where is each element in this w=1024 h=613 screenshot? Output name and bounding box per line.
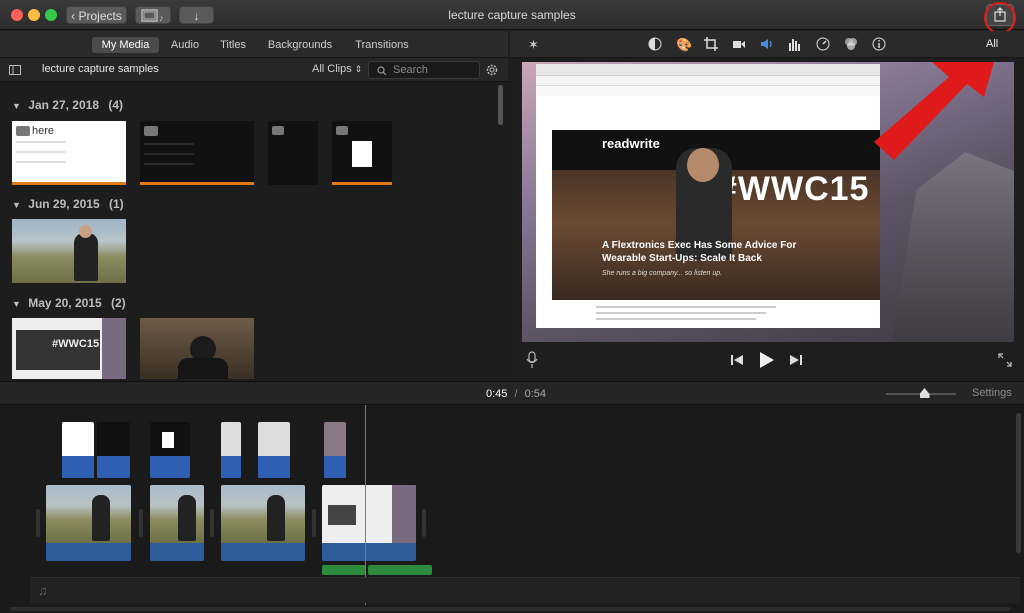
skip-back-icon[interactable] (730, 354, 744, 366)
info-icon[interactable] (872, 37, 886, 51)
storyline-clip[interactable] (46, 485, 131, 561)
connected-clip[interactable] (150, 422, 190, 478)
timeline-header: 0:45 / 0:54 Settings (0, 381, 1024, 405)
disclosure-triangle-icon: ▼ (12, 299, 21, 309)
storyline-clip[interactable] (221, 485, 305, 561)
browser-tab-bar: My Media Audio Titles Backgrounds Transi… (0, 31, 508, 58)
clip-edge-handle[interactable] (210, 509, 214, 537)
clip-edge-handle[interactable] (36, 509, 40, 537)
playback-controls (510, 342, 1024, 380)
disclosure-triangle-icon: ▼ (12, 200, 21, 210)
search-icon (377, 66, 387, 76)
connected-clip[interactable] (62, 422, 94, 478)
connected-clip[interactable] (97, 422, 130, 478)
equalizer-icon[interactable] (788, 37, 802, 51)
clip-thumbnail[interactable]: #WWC15 (12, 318, 126, 379)
storyline-clip[interactable] (150, 485, 204, 561)
skip-forward-icon[interactable] (789, 354, 803, 366)
clip-edge-handle[interactable] (422, 509, 426, 537)
highlight-circle (984, 2, 1016, 34)
audio-clip[interactable] (322, 565, 366, 575)
clip-edge-handle[interactable] (139, 509, 143, 537)
music-note-icon: ♫ (38, 583, 48, 598)
color-palette-icon[interactable]: 🎨 (676, 37, 692, 52)
camera-icon (144, 126, 158, 136)
timeline-scrollbar[interactable] (1016, 413, 1021, 553)
playhead[interactable] (365, 405, 366, 605)
microphone-icon[interactable] (526, 351, 538, 369)
fullscreen-icon[interactable] (998, 353, 1012, 367)
crop-icon[interactable] (704, 37, 718, 51)
clip-thumbnail[interactable] (332, 121, 392, 185)
media-browser: ▼ Jan 27, 2018 (4) here ▼ Jun 29, 2015 (… (0, 83, 508, 379)
tab-titles[interactable]: Titles (213, 37, 253, 53)
clip-thumbnail[interactable] (140, 121, 254, 185)
slider-knob[interactable] (919, 388, 930, 398)
webpage-screenshot: readwrite #WWC15 A Flextronics Exec Has … (536, 64, 880, 328)
video-camera-icon[interactable] (732, 37, 746, 51)
browser-scrollbar[interactable] (498, 85, 503, 125)
clip-thumbnail[interactable] (140, 318, 254, 379)
volume-icon[interactable] (760, 37, 774, 51)
tab-my-media[interactable]: My Media (92, 37, 159, 53)
sidebar-toggle-icon[interactable] (9, 65, 21, 75)
clip-filter-select[interactable]: All Clips ⇕ (312, 63, 362, 75)
library-toolbar: lecture capture samples All Clips ⇕ Sear… (0, 58, 508, 82)
camera-icon (16, 126, 30, 136)
search-input[interactable]: Search (368, 61, 480, 79)
timeline-zoom-slider[interactable] (886, 388, 956, 398)
camera-icon (336, 126, 348, 135)
gear-icon[interactable] (485, 63, 499, 77)
filter-effects-icon[interactable] (844, 37, 858, 51)
camera-icon (272, 126, 284, 135)
storyline-clip[interactable] (322, 485, 416, 561)
date-group-header[interactable]: ▼ Jun 29, 2015 (1) (12, 197, 124, 211)
date-group-header[interactable]: ▼ May 20, 2015 (2) (12, 296, 126, 310)
timeline[interactable]: ♫ (0, 405, 1024, 613)
timecode-display: 0:45 / 0:54 (486, 388, 547, 400)
clip-thumbnail[interactable] (12, 219, 126, 283)
window-title: lecture capture samples (448, 8, 576, 22)
adjustments-bar: ✶ 🎨 All (510, 31, 1024, 58)
red-arrow-annotation (874, 62, 994, 160)
audio-clip[interactable] (368, 565, 432, 575)
play-icon[interactable] (759, 351, 775, 369)
tab-backgrounds[interactable]: Backgrounds (263, 37, 337, 53)
updown-chevron-icon: ⇕ (354, 64, 363, 74)
clip-thumbnail[interactable]: here (12, 121, 126, 185)
title-bar: ‹ Projects ♪ ↓ lecture capture samples (0, 0, 1024, 34)
speedometer-icon[interactable] (816, 37, 830, 51)
reset-all-button[interactable]: All (986, 38, 998, 50)
clip-thumbnail[interactable] (268, 121, 318, 185)
tab-transitions[interactable]: Transitions (350, 37, 414, 53)
connected-clip[interactable] (324, 422, 346, 478)
background-music-lane[interactable]: ♫ (30, 577, 1020, 603)
connected-clip[interactable] (258, 422, 290, 478)
connected-clip[interactable] (221, 422, 241, 478)
timeline-settings-button[interactable]: Settings (972, 387, 1012, 399)
magic-wand-icon[interactable]: ✶ (528, 37, 542, 52)
date-group-header[interactable]: ▼ Jan 27, 2018 (4) (12, 98, 123, 112)
disclosure-triangle-icon: ▼ (12, 101, 21, 111)
color-balance-icon[interactable] (648, 37, 662, 51)
video-viewer[interactable]: readwrite #WWC15 A Flextronics Exec Has … (522, 62, 1014, 342)
timeline-horizontal-scrollbar[interactable] (10, 607, 1010, 611)
tab-audio[interactable]: Audio (166, 37, 204, 53)
event-title: lecture capture samples (42, 63, 159, 75)
clip-edge-handle[interactable] (312, 509, 316, 537)
